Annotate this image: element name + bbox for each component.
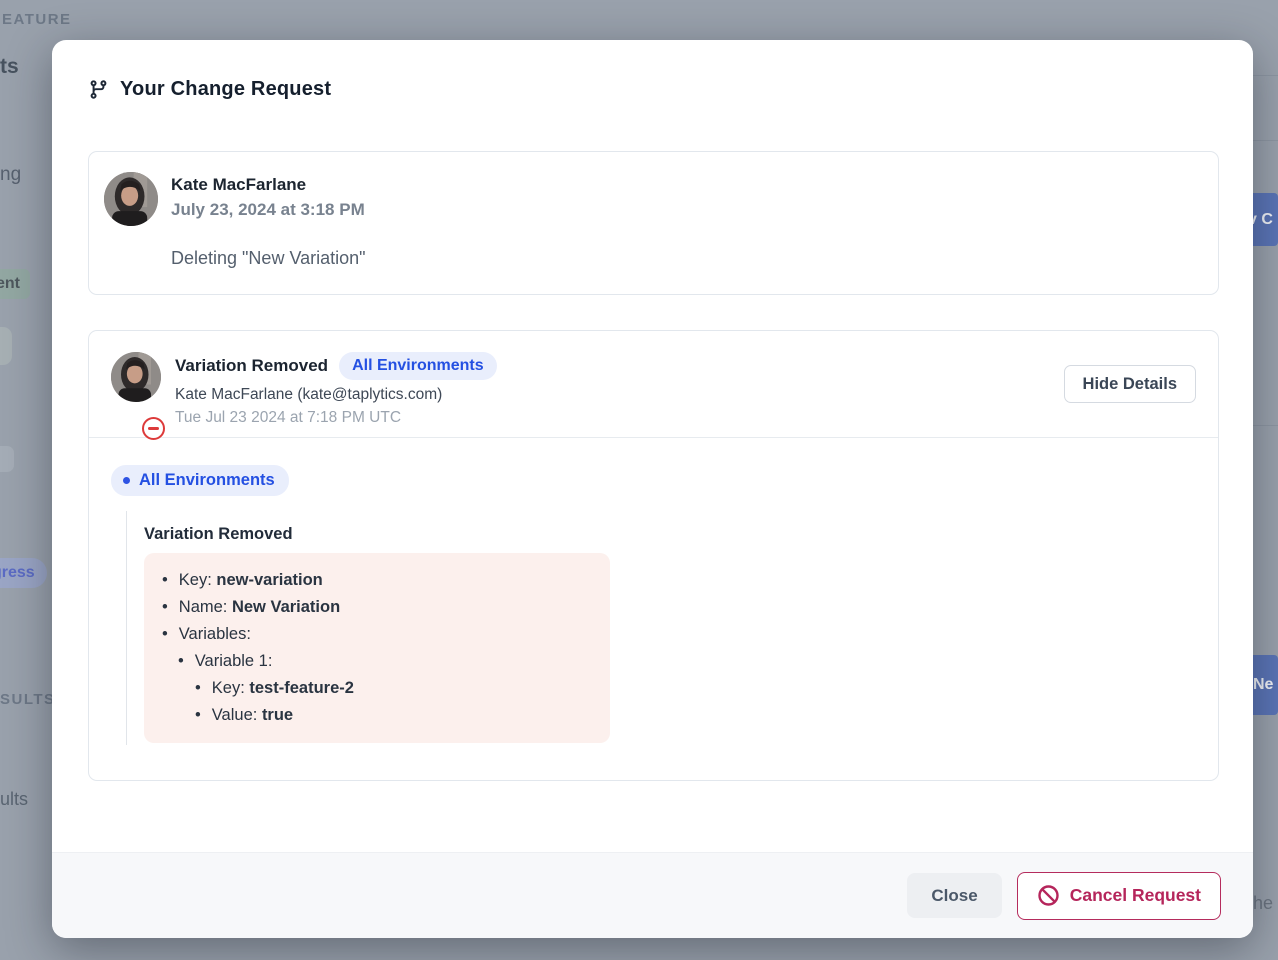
backdrop-partial-text: ults	[0, 789, 28, 810]
backdrop-divider	[1253, 425, 1278, 426]
avatar	[104, 172, 158, 226]
change-title: Variation Removed	[175, 356, 328, 376]
list-item: •Variable 1:	[162, 648, 592, 675]
close-button[interactable]: Close	[907, 873, 1001, 918]
cancel-request-label: Cancel Request	[1070, 885, 1201, 906]
avatar	[111, 352, 161, 402]
modal-title: Your Change Request	[120, 78, 331, 101]
environment-pill-label: All Environments	[139, 471, 275, 490]
removed-variation-box: •Key: new-variation •Name: New Variation…	[144, 553, 610, 743]
change-property-list: •Key: new-variation •Name: New Variation…	[162, 567, 592, 729]
request-timestamp: July 23, 2024 at 3:18 PM	[171, 200, 365, 220]
backdrop-chip	[0, 327, 12, 365]
no-entry-icon	[1037, 884, 1060, 907]
request-message: Deleting "New Variation"	[89, 226, 1218, 269]
avatar-with-badge	[111, 352, 161, 437]
change-timestamp: Tue Jul 23 2024 at 7:18 PM UTC	[175, 409, 497, 427]
bullet-dot-icon	[123, 477, 130, 484]
backdrop-env-chip: ent	[0, 269, 30, 299]
backdrop-section-label: SULTS	[0, 691, 56, 708]
author-name: Kate MacFarlane	[171, 172, 365, 195]
modal-header: Your Change Request	[52, 40, 1253, 101]
backdrop-chip	[0, 446, 14, 472]
list-item: •Value: true	[162, 702, 592, 729]
change-author: Kate MacFarlane (kate@taplytics.com)	[175, 386, 497, 404]
modal-footer: Close Cancel Request	[52, 852, 1253, 938]
change-detail-heading: Variation Removed	[144, 525, 1196, 544]
git-branch-icon	[88, 79, 109, 100]
request-summary-card: Kate MacFarlane July 23, 2024 at 3:18 PM…	[88, 151, 1219, 295]
backdrop-divider	[1253, 140, 1278, 141]
backdrop-partial-text: ts	[0, 55, 19, 79]
backdrop-status-chip: gress	[0, 558, 47, 588]
backdrop-divider	[1253, 75, 1278, 76]
change-detail-card: Variation Removed All Environments Kate …	[88, 330, 1219, 781]
removed-minus-icon	[142, 417, 165, 440]
cancel-request-button[interactable]: Cancel Request	[1017, 872, 1221, 920]
change-detail-section: Variation Removed •Key: new-variation •N…	[126, 511, 1196, 745]
change-request-modal: Your Change Request Kate MacFarlane July…	[52, 40, 1253, 938]
list-item: •Key: test-feature-2	[162, 675, 592, 702]
backdrop-partial-text: ng	[0, 164, 21, 186]
list-item: •Key: new-variation	[162, 567, 592, 594]
list-item: •Name: New Variation	[162, 594, 592, 621]
backdrop-section-label: EATURE	[2, 11, 72, 28]
environment-pill: All Environments	[111, 465, 289, 496]
list-item: •Variables:	[162, 621, 592, 648]
hide-details-button[interactable]: Hide Details	[1064, 365, 1196, 403]
environment-badge: All Environments	[339, 352, 497, 380]
